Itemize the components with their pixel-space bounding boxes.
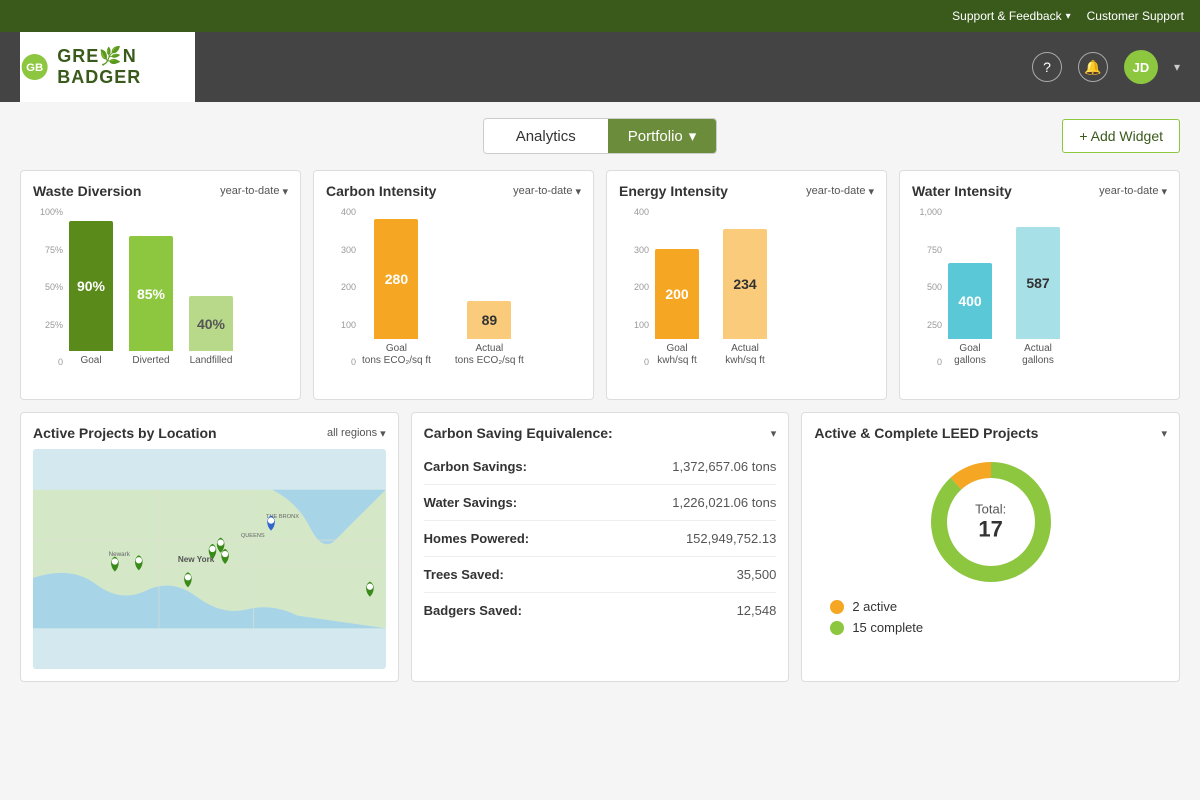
legend-complete: 15 complete xyxy=(830,620,1167,635)
support-feedback-link[interactable]: Support & Feedback ▾ xyxy=(952,9,1070,23)
chevron-down-icon: ▾ xyxy=(282,185,288,198)
energy-bar-chart: 200 Goalkwh/sq ft 234 Actualkwh/sq ft xyxy=(619,207,874,367)
waste-bar-diverted: 85% Diverted xyxy=(129,236,173,367)
water-bar-actual: 587 Actualgallons xyxy=(1016,227,1060,367)
water-filter[interactable]: year-to-date ▾ xyxy=(1099,185,1167,198)
active-label: 2 active xyxy=(852,599,897,614)
complete-dot xyxy=(830,621,844,635)
header: GB GRE🌿N BADGER ? 🔔 JD ▾ xyxy=(0,32,1200,102)
chevron-down-icon: ▾ xyxy=(1161,427,1167,440)
analytics-tab[interactable]: Analytics xyxy=(484,119,608,153)
carbon-bar-actual: 89 Actualtons ECO₂/sq ft xyxy=(455,301,524,367)
energy-bar-goal: 200 Goalkwh/sq ft xyxy=(655,249,699,367)
donut-legend: 2 active 15 complete xyxy=(814,599,1167,635)
waste-filter[interactable]: year-to-date ▾ xyxy=(220,185,288,198)
help-button[interactable]: ? xyxy=(1032,52,1062,82)
carbon-intensity-widget: Carbon Intensity year-to-date ▾ 400 300 … xyxy=(313,170,594,400)
carbon-savings-widget: Carbon Saving Equivalence: ▾ Carbon Savi… xyxy=(411,412,790,682)
bottom-widget-row: Active Projects by Location all regions … xyxy=(20,412,1180,682)
header-right: ? 🔔 JD ▾ xyxy=(1032,50,1180,84)
energy-intensity-widget: Energy Intensity year-to-date ▾ 400 300 … xyxy=(606,170,887,400)
donut-container: Total: 17 2 active 15 complete xyxy=(814,449,1167,635)
svg-text:Newark: Newark xyxy=(109,551,131,558)
svg-text:New York: New York xyxy=(178,555,215,564)
energy-title: Energy Intensity xyxy=(619,183,728,199)
savings-row-trees: Trees Saved: 35,500 xyxy=(424,557,777,593)
toolbar: Analytics Portfolio ▾ + Add Widget xyxy=(20,118,1180,154)
waste-bar-goal: 90% Goal xyxy=(69,221,113,367)
savings-rows: Carbon Savings: 1,372,657.06 tons Water … xyxy=(424,449,777,628)
chevron-down-icon: ▾ xyxy=(575,185,581,198)
chevron-down-icon: ▾ xyxy=(380,427,386,440)
waste-bar-chart: 90% Goal 85% Diverted 40% Landfilled xyxy=(33,207,288,367)
chevron-down-icon: ▾ xyxy=(1161,185,1167,198)
water-bar-chart: 400 Goalgallons 587 Actualgallons xyxy=(912,207,1167,367)
chevron-down-icon: ▾ xyxy=(868,185,874,198)
waste-bar-landfilled: 40% Landfilled xyxy=(189,296,233,367)
savings-row-water: Water Savings: 1,226,021.06 tons xyxy=(424,485,777,521)
donut-center-text: Total: 17 xyxy=(975,502,1006,543)
leed-widget: Active & Complete LEED Projects ▾ xyxy=(801,412,1180,682)
map-title: Active Projects by Location xyxy=(33,425,217,441)
customer-support-link[interactable]: Customer Support xyxy=(1087,9,1184,23)
water-intensity-widget: Water Intensity year-to-date ▾ 1,000 750… xyxy=(899,170,1180,400)
logo-text: GRE🌿N BADGER xyxy=(57,46,195,88)
energy-bar-actual: 234 Actualkwh/sq ft xyxy=(723,229,767,367)
water-header: Water Intensity year-to-date ▾ xyxy=(912,183,1167,199)
tab-group: Analytics Portfolio ▾ xyxy=(483,118,718,154)
chevron-down-icon: ▾ xyxy=(1066,11,1071,22)
top-widget-row: Waste Diversion year-to-date ▾ 100% 75% … xyxy=(20,170,1180,400)
map-widget: Active Projects by Location all regions … xyxy=(20,412,399,682)
savings-header: Carbon Saving Equivalence: ▾ xyxy=(424,425,777,441)
energy-filter[interactable]: year-to-date ▾ xyxy=(806,185,874,198)
water-title: Water Intensity xyxy=(912,183,1012,199)
logo-icon: GB xyxy=(20,49,49,85)
portfolio-tab[interactable]: Portfolio ▾ xyxy=(608,119,717,153)
complete-label: 15 complete xyxy=(852,620,923,635)
waste-header: Waste Diversion year-to-date ▾ xyxy=(33,183,288,199)
svg-text:GB: GB xyxy=(26,62,43,74)
chevron-down-icon: ▾ xyxy=(771,427,777,440)
energy-header: Energy Intensity year-to-date ▾ xyxy=(619,183,874,199)
main-content: Analytics Portfolio ▾ + Add Widget Waste… xyxy=(0,102,1200,698)
carbon-title: Carbon Intensity xyxy=(326,183,436,199)
waste-title: Waste Diversion xyxy=(33,183,141,199)
map-container: New York Newark QUEENS THE BRONX xyxy=(33,449,386,669)
leed-filter[interactable]: ▾ xyxy=(1161,427,1167,440)
user-avatar-button[interactable]: JD xyxy=(1124,50,1158,84)
leed-header: Active & Complete LEED Projects ▾ xyxy=(814,425,1167,441)
logo-area: GB GRE🌿N BADGER xyxy=(20,32,195,102)
donut-chart: Total: 17 xyxy=(926,457,1056,587)
map-header: Active Projects by Location all regions … xyxy=(33,425,386,441)
savings-row-badgers: Badgers Saved: 12,548 xyxy=(424,593,777,628)
notifications-button[interactable]: 🔔 xyxy=(1078,52,1108,82)
carbon-bar-chart: 280 Goaltons ECO₂/sq ft 89 Actualtons EC… xyxy=(326,207,581,367)
savings-row-carbon: Carbon Savings: 1,372,657.06 tons xyxy=(424,449,777,485)
chevron-down-icon: ▾ xyxy=(689,127,697,145)
map-filter[interactable]: all regions ▾ xyxy=(327,427,386,440)
leed-title: Active & Complete LEED Projects xyxy=(814,425,1038,441)
legend-active: 2 active xyxy=(830,599,1167,614)
carbon-header: Carbon Intensity year-to-date ▾ xyxy=(326,183,581,199)
water-bar-goal: 400 Goalgallons xyxy=(948,263,992,367)
svg-text:QUEENS: QUEENS xyxy=(241,533,265,539)
user-dropdown-arrow[interactable]: ▾ xyxy=(1174,60,1180,74)
carbon-bar-goal: 280 Goaltons ECO₂/sq ft xyxy=(362,219,431,367)
top-bar: Support & Feedback ▾ Customer Support xyxy=(0,0,1200,32)
savings-title: Carbon Saving Equivalence: xyxy=(424,425,613,441)
map-svg: New York Newark QUEENS THE BRONX xyxy=(33,449,386,669)
carbon-filter[interactable]: year-to-date ▾ xyxy=(513,185,581,198)
active-dot xyxy=(830,600,844,614)
savings-filter[interactable]: ▾ xyxy=(771,427,777,440)
savings-row-homes: Homes Powered: 152,949,752.13 xyxy=(424,521,777,557)
add-widget-button[interactable]: + Add Widget xyxy=(1062,119,1180,153)
waste-diversion-widget: Waste Diversion year-to-date ▾ 100% 75% … xyxy=(20,170,301,400)
